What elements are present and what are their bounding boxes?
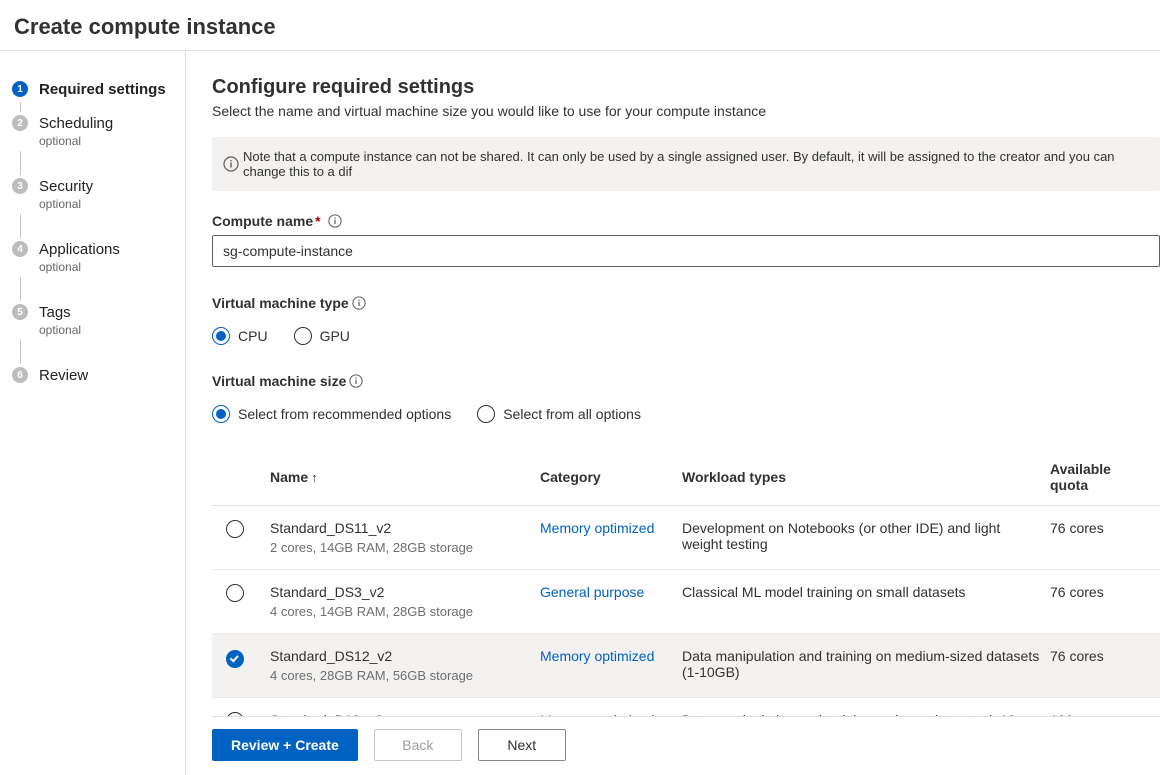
vm-size-filter-all[interactable]: Select from all options <box>477 405 641 423</box>
step-optional-tag: optional <box>39 197 93 211</box>
vm-type-radio-gpu[interactable]: GPU <box>294 327 350 345</box>
step-number-icon: 3 <box>12 178 28 194</box>
row-select-radio[interactable] <box>226 584 244 602</box>
info-icon <box>229 157 243 171</box>
step-security[interactable]: 3 Securityoptional <box>12 178 185 211</box>
step-connector <box>20 214 21 238</box>
step-tags[interactable]: 5 Tagsoptional <box>12 304 185 337</box>
sort-asc-icon: ↑ <box>311 470 318 485</box>
wizard-footer: Review + Create Back Next <box>212 716 1160 775</box>
step-required-settings[interactable]: 1 Required settings <box>12 81 185 99</box>
workload-text: Classical ML model training on small dat… <box>682 570 1050 634</box>
workload-text: Development on Notebooks (or other IDE) … <box>682 506 1050 570</box>
step-scheduling[interactable]: 2 Schedulingoptional <box>12 115 185 148</box>
info-icon[interactable] <box>352 296 366 310</box>
step-connector <box>20 277 21 301</box>
step-label: Security <box>39 178 93 196</box>
row-select-radio[interactable] <box>226 650 244 668</box>
quota-text: 100 cores <box>1050 698 1160 717</box>
section-subtitle: Select the name and virtual machine size… <box>212 103 1160 119</box>
col-header-category[interactable]: Category <box>540 449 682 506</box>
main-panel: Configure required settings Select the n… <box>186 51 1160 775</box>
radio-label: Select from all options <box>503 406 641 422</box>
step-review[interactable]: 6 Review <box>12 367 185 385</box>
step-connector <box>20 340 21 364</box>
required-mark: * <box>315 213 320 229</box>
row-select-radio[interactable] <box>226 712 244 716</box>
step-number-icon: 2 <box>12 115 28 131</box>
quota-text: 76 cores <box>1050 634 1160 698</box>
workload-text: Data manipulation and training on large … <box>682 698 1050 717</box>
quota-text: 76 cores <box>1050 570 1160 634</box>
vm-size-table: Name↑ Category Workload types Available … <box>212 449 1160 716</box>
vm-type-radio-cpu[interactable]: CPU <box>212 327 268 345</box>
step-number-icon: 6 <box>12 367 28 383</box>
vm-spec: 4 cores, 28GB RAM, 56GB storage <box>270 668 530 683</box>
step-label: Required settings <box>39 81 166 99</box>
info-banner: Note that a compute instance can not be … <box>212 137 1160 191</box>
vm-size-filter-recommended[interactable]: Select from recommended options <box>212 405 451 423</box>
vm-spec: 2 cores, 14GB RAM, 28GB storage <box>270 540 530 555</box>
table-row[interactable]: Standard_DS11_v2 2 cores, 14GB RAM, 28GB … <box>212 506 1160 570</box>
vm-type-label: Virtual machine type <box>212 295 1160 311</box>
category-link[interactable]: Memory optimized <box>540 648 654 664</box>
step-optional-tag: optional <box>39 323 81 337</box>
table-row[interactable]: Standard_D13_v2Memory optimizedData mani… <box>212 698 1160 717</box>
step-connector <box>20 102 21 112</box>
section-title: Configure required settings <box>212 76 1160 99</box>
radio-label: CPU <box>238 328 268 344</box>
category-link[interactable]: General purpose <box>540 584 644 600</box>
vm-size-label: Virtual machine size <box>212 373 1160 389</box>
workload-text: Data manipulation and training on medium… <box>682 634 1050 698</box>
step-label: Review <box>39 367 88 385</box>
table-row[interactable]: Standard_DS12_v2 4 cores, 28GB RAM, 56GB … <box>212 634 1160 698</box>
radio-label: GPU <box>320 328 350 344</box>
category-link[interactable]: Memory optimized <box>540 520 654 536</box>
info-banner-text: Note that a compute instance can not be … <box>243 149 1146 179</box>
col-header-name[interactable]: Name↑ <box>270 449 540 506</box>
compute-name-input[interactable] <box>212 235 1160 267</box>
quota-text: 76 cores <box>1050 506 1160 570</box>
step-optional-tag: optional <box>39 260 120 274</box>
step-connector <box>20 151 21 175</box>
radio-label: Select from recommended options <box>238 406 451 422</box>
col-header-workload[interactable]: Workload types <box>682 449 1050 506</box>
table-header-row: Name↑ Category Workload types Available … <box>212 449 1160 506</box>
step-number-icon: 4 <box>12 241 28 257</box>
vm-name: Standard_DS3_v2 <box>270 584 530 600</box>
page-title: Create compute instance <box>0 0 1160 50</box>
info-icon[interactable] <box>349 374 363 388</box>
vm-spec: 4 cores, 14GB RAM, 28GB storage <box>270 604 530 619</box>
step-applications[interactable]: 4 Applicationsoptional <box>12 241 185 274</box>
table-row[interactable]: Standard_DS3_v2 4 cores, 14GB RAM, 28GB s… <box>212 570 1160 634</box>
step-label: Scheduling <box>39 115 113 133</box>
row-select-radio[interactable] <box>226 520 244 538</box>
review-create-button[interactable]: Review + Create <box>212 729 358 761</box>
step-label: Applications <box>39 241 120 259</box>
step-label: Tags <box>39 304 81 322</box>
compute-name-label: Compute name * <box>212 213 1160 229</box>
back-button[interactable]: Back <box>374 729 462 761</box>
vm-name: Standard_DS12_v2 <box>270 648 530 664</box>
category-link[interactable]: Memory optimized <box>540 712 654 716</box>
step-number-icon: 5 <box>12 304 28 320</box>
step-optional-tag: optional <box>39 134 113 148</box>
step-number-icon: 1 <box>12 81 28 97</box>
col-header-quota[interactable]: Available quota <box>1050 449 1160 506</box>
next-button[interactable]: Next <box>478 729 566 761</box>
wizard-sidebar: 1Required settings2Schedulingoptional3Se… <box>0 51 186 775</box>
vm-name: Standard_DS11_v2 <box>270 520 530 536</box>
info-icon[interactable] <box>328 214 342 228</box>
